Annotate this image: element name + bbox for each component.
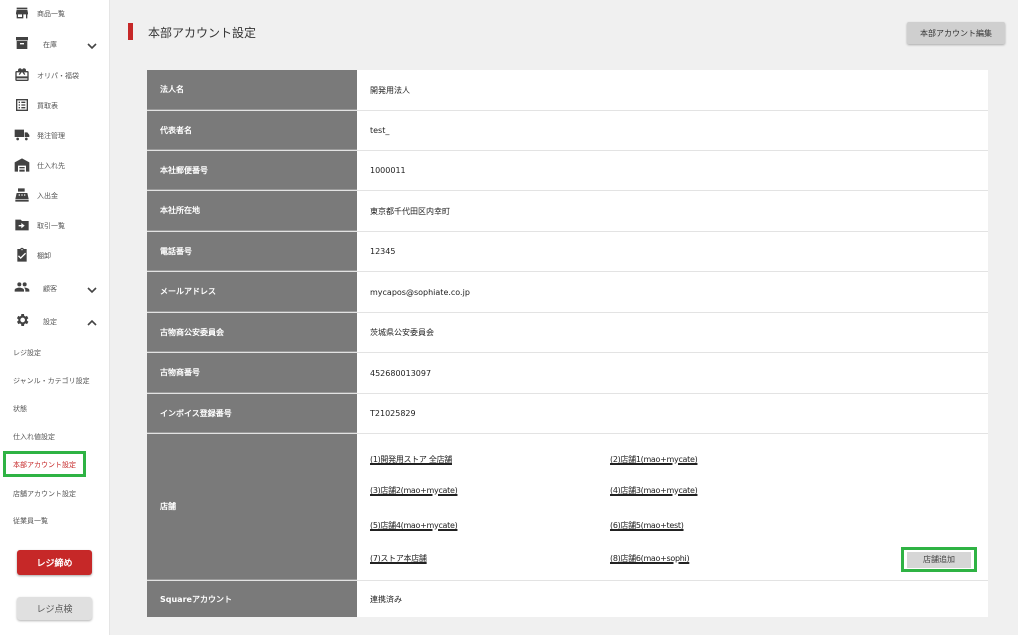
sidebar-sub-genre-category[interactable]: ジャンル・カテゴリ設定 (13, 376, 90, 386)
table-row: インボイス登録番号 T21025829 (147, 394, 988, 434)
sidebar-item-label: 在庫 (43, 41, 57, 49)
row-value: 茨城県公安委員会 (370, 328, 434, 337)
sidebar-sub-register-settings[interactable]: レジ設定 (13, 348, 41, 358)
gift-icon (14, 67, 30, 83)
row-label: 代表者名 (147, 111, 357, 150)
table-row: 電話番号 12345 (147, 232, 988, 272)
sidebar-item-customers[interactable]: 顧客 (0, 274, 110, 300)
store-link[interactable]: (1)開発用ストア 全店舗 (370, 454, 470, 465)
row-label: インボイス登録番号 (147, 394, 357, 433)
sidebar-item-label: 顧客 (43, 285, 57, 293)
table-row: Squareアカウント 連携済み (147, 581, 988, 617)
row-value: mycapos@sophiate.co.jp (370, 287, 470, 297)
store-icon (14, 5, 30, 21)
row-value: T21025829 (370, 409, 416, 418)
add-store-button[interactable]: 店舗追加 (907, 551, 971, 568)
edit-hq-account-button[interactable]: 本部アカウント編集 (907, 22, 1005, 44)
gear-icon (14, 312, 30, 328)
sidebar-item-settings[interactable]: 設定 (0, 307, 110, 333)
row-value: 1000011 (370, 166, 406, 175)
row-value: 12345 (370, 247, 396, 256)
table-row: メールアドレス mycapos@sophiate.co.jp (147, 272, 988, 313)
store-link[interactable]: (6)店舗5(mao+test) (610, 520, 710, 531)
row-value: 連携済み (370, 594, 402, 604)
sidebar-sub-condition[interactable]: 状態 (13, 404, 27, 414)
sidebar-item-label: 棚卸 (37, 252, 51, 260)
sidebar-item-label: オリパ・福袋 (37, 72, 79, 80)
sidebar: 商品一覧 在庫 オリパ・福袋 買取表 発注管理 仕入れ先 入出金 取引一覧 棚卸… (0, 0, 110, 635)
sidebar-item-label: 入出金 (37, 192, 58, 200)
row-label: 古物商番号 (147, 353, 357, 393)
add-store-highlight: 店舗追加 (901, 547, 977, 572)
row-label: 本社所在地 (147, 191, 357, 231)
register-check-button[interactable]: レジ点検 (17, 597, 92, 620)
sidebar-item-orders[interactable]: 発注管理 (0, 122, 110, 148)
store-link[interactable]: (2)店舗1(mao+mycate) (610, 454, 722, 465)
table-row: 法人名 開発用法人 (147, 70, 988, 111)
row-value: 452680013097 (370, 368, 432, 378)
sidebar-item-label: 取引一覧 (37, 222, 65, 230)
row-label: 法人名 (147, 70, 357, 110)
store-link[interactable]: (3)店舗2(mao+mycate) (370, 485, 476, 496)
row-value: test_ (370, 126, 390, 135)
row-label: 本社郵便番号 (147, 151, 357, 190)
sidebar-item-label: 発注管理 (37, 132, 65, 140)
people-icon (14, 279, 30, 295)
warehouse-icon (14, 157, 30, 173)
store-link[interactable]: (5)店舗4(mao+mycate) (370, 520, 478, 531)
title-accent-bar (128, 23, 133, 40)
clipboard-check-icon (14, 247, 30, 263)
table-row: 古物商公安委員会 茨城県公安委員会 (147, 313, 988, 353)
folder-icon (14, 217, 30, 233)
sidebar-item-inventory[interactable]: 在庫 (0, 30, 110, 56)
row-value: 開発用法人 (370, 85, 410, 95)
truck-icon (14, 127, 30, 143)
chevron-down-icon[interactable] (86, 281, 98, 294)
sidebar-item-stocktake[interactable]: 棚卸 (0, 242, 110, 268)
sidebar-sub-staff-list[interactable]: 従業員一覧 (13, 516, 48, 526)
register-icon (14, 187, 30, 203)
table-row: 代表者名 test_ (147, 111, 988, 151)
list-icon (14, 97, 30, 113)
table-row: 古物商番号 452680013097 (147, 353, 988, 394)
sidebar-item-suppliers[interactable]: 仕入れ先 (0, 152, 110, 178)
sidebar-item-label: 商品一覧 (37, 10, 65, 18)
table-row-stores: 店舗 (1)開発用ストア 全店舗 (2)店舗1(mao+mycate) (3)店… (147, 434, 988, 581)
page-title: 本部アカウント設定 (148, 26, 257, 40)
sidebar-sub-store-account[interactable]: 店舗アカウント設定 (13, 489, 76, 499)
table-row: 本社郵便番号 1000011 (147, 151, 988, 191)
sidebar-item-oripa[interactable]: オリパ・福袋 (0, 62, 110, 88)
sidebar-sub-hq-account[interactable]: 本部アカウント設定 (13, 460, 76, 470)
store-link[interactable]: (7)ストア本店舗 (370, 553, 446, 564)
chevron-down-icon[interactable] (86, 37, 98, 50)
sidebar-item-label: 設定 (43, 318, 57, 326)
sidebar-item-label: 仕入れ先 (37, 162, 65, 170)
store-link[interactable]: (4)店舗3(mao+mycate) (610, 485, 716, 496)
row-label: メールアドレス (147, 272, 357, 312)
register-close-button[interactable]: レジ締め (17, 550, 92, 575)
sidebar-item-label: 買取表 (37, 102, 58, 110)
sidebar-item-cashflow[interactable]: 入出金 (0, 182, 110, 208)
row-label: Squareアカウント (147, 581, 357, 617)
row-label: 店舗 (147, 434, 357, 580)
sidebar-sub-purchase-price[interactable]: 仕入れ値設定 (13, 432, 55, 442)
row-label: 電話番号 (147, 232, 357, 271)
store-link[interactable]: (8)店舗6(mao+sophi) (610, 553, 718, 564)
table-row: 本社所在地 東京都千代田区内幸町 (147, 191, 988, 232)
row-value: 東京都千代田区内幸町 (370, 206, 450, 216)
chevron-up-icon[interactable] (86, 314, 98, 326)
sidebar-item-transactions[interactable]: 取引一覧 (0, 212, 110, 238)
sidebar-item-products[interactable]: 商品一覧 (0, 0, 110, 26)
archive-icon (14, 35, 30, 51)
account-table: 法人名 開発用法人 代表者名 test_ 本社郵便番号 1000011 本社所在… (147, 70, 988, 617)
row-label: 古物商公安委員会 (147, 313, 357, 352)
sidebar-item-purchase-table[interactable]: 買取表 (0, 92, 110, 118)
